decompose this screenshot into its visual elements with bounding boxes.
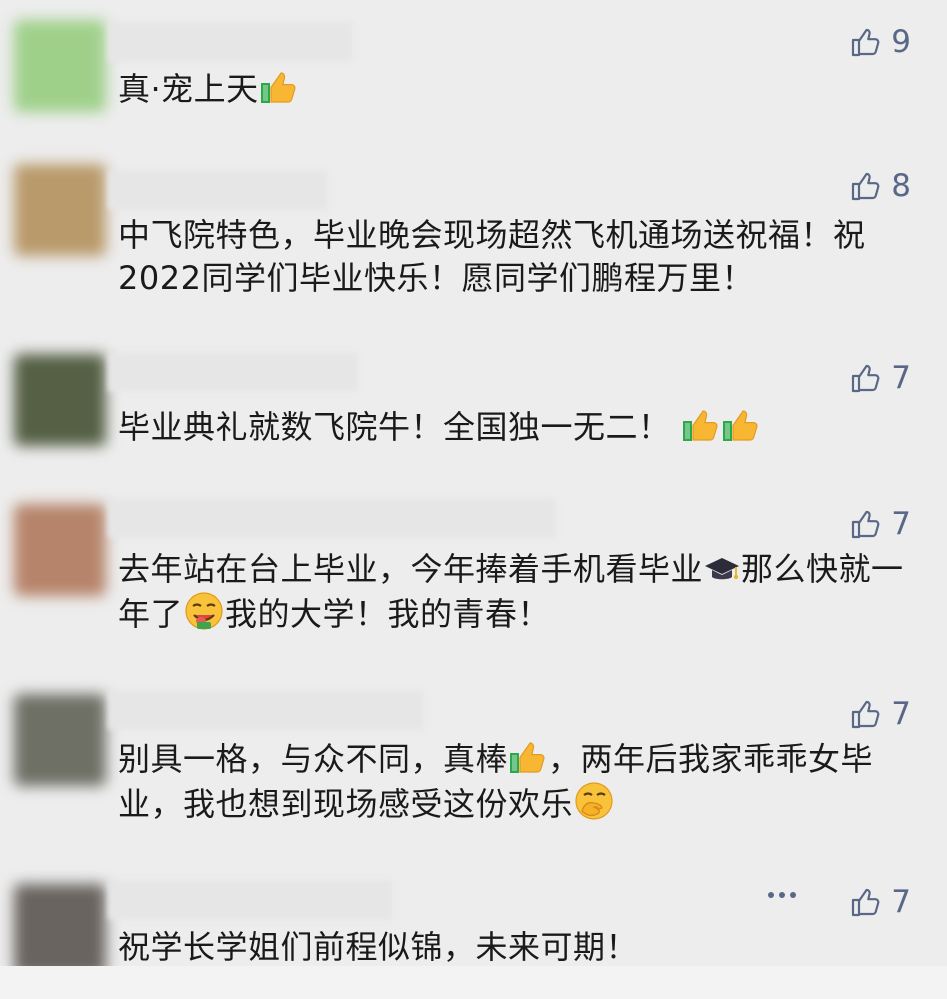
thumbs-up-emoji-icon [259, 68, 299, 106]
avatar[interactable] [14, 20, 106, 112]
avatar[interactable] [14, 354, 106, 446]
comment-text: 去年站在台上毕业，今年捧着手机看毕业 那么快就一年了 我的大学！我的青春！ [118, 550, 904, 633]
yum-face-emoji-icon [183, 591, 225, 631]
thumbs-up-icon [849, 362, 881, 394]
avatar[interactable] [14, 694, 106, 786]
thumbs-up-emoji-icon [721, 406, 761, 444]
avatar[interactable] [14, 504, 106, 596]
comment-text: 别具一格，与众不同，真棒 ，两年后我家乖乖女毕业，我也想到现场感受这份欢乐 [118, 738, 874, 823]
like-button[interactable]: 9 [849, 24, 911, 60]
comment-text: 中飞院特色，毕业晚会现场超然飞机通场送祝福！祝2022同学们毕业快乐！愿同学们鹏… [118, 216, 866, 297]
like-button[interactable]: 7 [849, 696, 911, 732]
like-button[interactable]: 7 [849, 360, 911, 396]
like-count: 7 [891, 506, 911, 542]
like-count: 7 [891, 360, 911, 396]
like-button[interactable]: 7 [849, 506, 911, 542]
thumbs-up-icon [849, 886, 881, 918]
like-button[interactable]: 8 [849, 168, 911, 204]
username-blurred[interactable] [108, 170, 328, 210]
thumbs-up-icon [849, 698, 881, 730]
bottom-area [0, 966, 947, 999]
comment-text: 毕业典礼就数飞院牛！全国独一无二！ [118, 406, 908, 449]
like-count: 8 [891, 168, 911, 204]
username-blurred[interactable] [108, 880, 393, 920]
avatar[interactable] [14, 164, 106, 256]
thumbs-up-emoji-icon [508, 738, 548, 776]
comment-item: 7 去年站在台上毕业，今年捧着手机看毕业 那么快就一年了 我的大学！我的青春！ [0, 490, 947, 680]
comment-text: 真·宠上天 [118, 68, 908, 111]
more-options-button[interactable] [768, 892, 796, 898]
like-count: 7 [891, 696, 911, 732]
like-count: 7 [891, 884, 911, 920]
username-blurred[interactable] [108, 352, 358, 392]
avatar[interactable] [14, 884, 106, 976]
hand-over-mouth-emoji-icon [573, 781, 615, 821]
comment-item: 7 别具一格，与众不同，真棒 ，两年后我家乖乖女毕业，我也想到现场感受这份欢乐 [0, 680, 947, 870]
graduation-cap-emoji-icon [703, 552, 741, 586]
thumbs-up-icon [849, 26, 881, 58]
comment-item: 8 中飞院特色，毕业晚会现场超然飞机通场送祝福！祝2022同学们毕业快乐！愿同学… [0, 150, 947, 340]
comment-text: 祝学长学姐们前程似锦，未来可期！ [118, 928, 639, 966]
thumbs-up-icon [849, 170, 881, 202]
comment-item: 9 真·宠上天 [0, 0, 947, 150]
username-blurred[interactable] [108, 690, 424, 730]
comment-item: 7 祝学长学姐们前程似锦，未来可期！ [0, 870, 947, 976]
thumbs-up-icon [849, 508, 881, 540]
more-dots-icon [768, 892, 774, 898]
like-button[interactable]: 7 [849, 884, 911, 920]
thumbs-up-emoji-icon [681, 406, 721, 444]
like-count: 9 [891, 24, 911, 60]
username-blurred[interactable] [108, 498, 556, 538]
comment-item: 7 毕业典礼就数飞院牛！全国独一无二！ [0, 340, 947, 490]
username-blurred[interactable] [108, 22, 353, 62]
